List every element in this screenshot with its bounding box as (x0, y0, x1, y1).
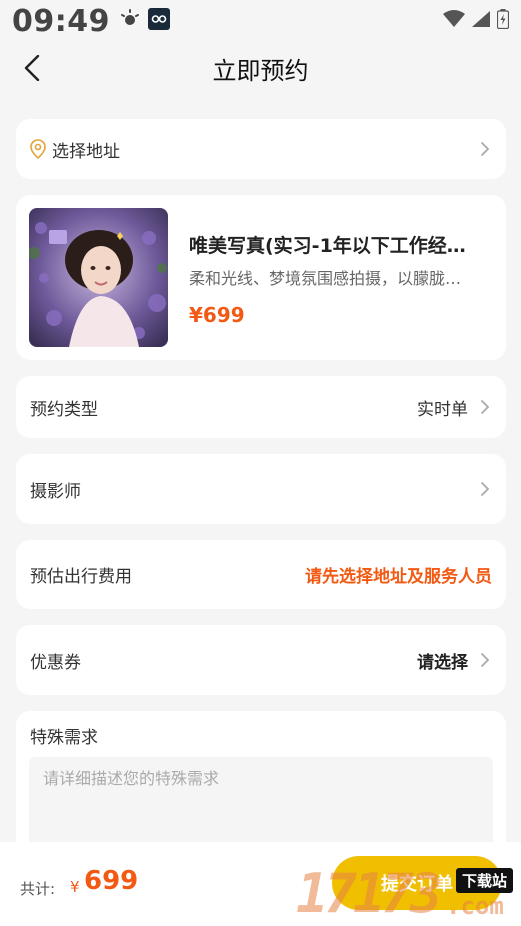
brightness-icon (120, 9, 140, 33)
chevron-right-icon (478, 397, 492, 417)
app-notification-icon (148, 8, 170, 34)
wifi-icon (443, 10, 465, 32)
photographer-label: 摄影师 (30, 481, 81, 502)
travel-fee-row: 预估出行费用 请先选择地址及服务人员 (16, 540, 506, 609)
battery-icon (496, 9, 510, 33)
nav-bar: 立即预约 (0, 42, 521, 94)
status-bar: 09:49 (0, 0, 521, 42)
location-pin-icon (30, 139, 46, 159)
booking-type-value: 实时单 (417, 399, 468, 420)
status-time: 09:49 (12, 3, 110, 39)
coupon-value: 请选择 (417, 652, 468, 673)
product-title: 唯美写真(实习-1年以下工作经… (189, 235, 466, 257)
total-price: 699 (84, 866, 139, 896)
address-selector[interactable]: 选择地址 (16, 119, 506, 179)
status-notifications (120, 8, 170, 34)
chevron-right-icon (478, 139, 492, 159)
total-currency: ¥ (70, 878, 80, 896)
status-system-icons (443, 9, 510, 33)
product-price: ¥699 (189, 303, 245, 327)
product-image (29, 208, 168, 347)
back-button[interactable] (18, 54, 46, 82)
product-card[interactable]: 唯美写真(实习-1年以下工作经… 柔和光线、梦境氛围感拍摄，以朦胧… ¥699 (16, 195, 506, 360)
chevron-right-icon (478, 650, 492, 670)
submit-order-button[interactable]: 提交订单 (332, 856, 502, 910)
booking-type-selector[interactable]: 预约类型 实时单 (16, 376, 506, 438)
address-label: 选择地址 (52, 141, 120, 162)
travel-fee-label: 预估出行费用 (30, 567, 132, 587)
total-label: 共计: (20, 880, 56, 898)
page-title: 立即预约 (212, 56, 309, 85)
photographer-selector[interactable]: 摄影师 (16, 454, 506, 524)
special-needs-label: 特殊需求 (30, 728, 98, 748)
coupon-label: 优惠券 (30, 652, 81, 673)
booking-type-label: 预约类型 (30, 399, 98, 420)
back-arrow-icon (24, 55, 40, 81)
signal-icon (471, 10, 491, 32)
product-description: 柔和光线、梦境氛围感拍摄，以朦胧… (189, 269, 462, 288)
chevron-right-icon (478, 479, 492, 499)
coupon-selector[interactable]: 优惠券 请选择 (16, 625, 506, 695)
travel-fee-hint: 请先选择地址及服务人员 (305, 567, 492, 587)
